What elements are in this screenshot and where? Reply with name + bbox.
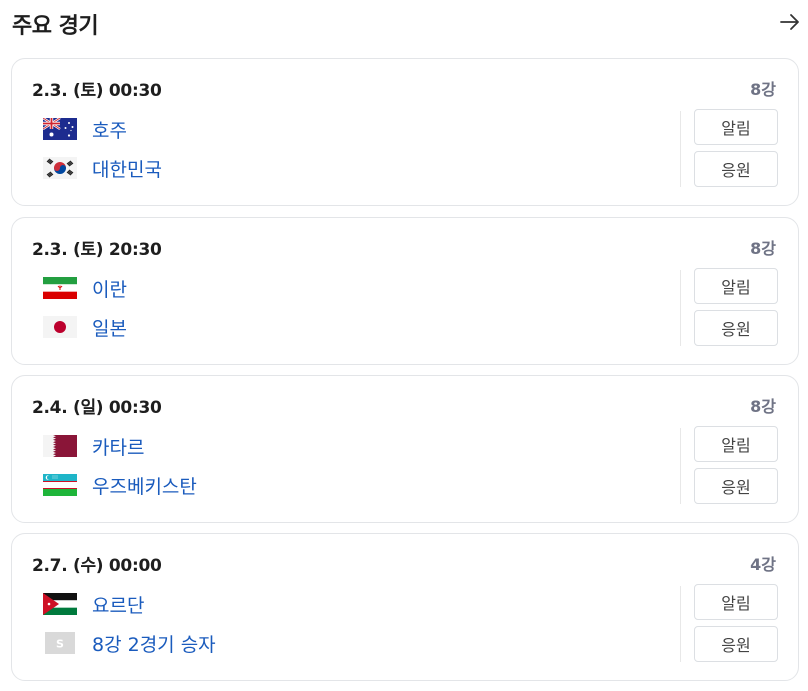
team-name: 호주 (92, 119, 127, 142)
arrow-right-icon[interactable] (778, 10, 802, 34)
match-card: 2.7. (수) 00:00 4강 요르단 S 8강 2경기 승자 알림 응원 (11, 533, 799, 681)
team-row[interactable]: 대한민국 (43, 155, 162, 181)
team-name: 카타르 (92, 436, 145, 459)
cheer-button[interactable]: 응원 (694, 626, 778, 662)
cheer-button[interactable]: 응원 (694, 468, 778, 504)
australia-flag-icon (43, 118, 77, 140)
south-korea-flag-icon (43, 157, 77, 179)
match-time: 2.4. (일) 00:30 (32, 398, 162, 418)
cheer-button[interactable]: 응원 (694, 310, 778, 346)
match-card: 2.4. (일) 00:30 8강 카타르 우즈베키스탄 알림 응원 (11, 375, 799, 523)
team-row[interactable]: 카타르 (43, 433, 144, 459)
jordan-flag-icon (43, 593, 77, 615)
divider (680, 428, 681, 504)
alarm-button[interactable]: 알림 (694, 268, 778, 304)
team-name: 대한민국 (92, 158, 162, 181)
match-card: 2.3. (토) 20:30 8강 이란 일본 알림 응원 (11, 217, 799, 365)
match-time: 2.3. (토) 20:30 (32, 240, 162, 260)
team-row[interactable]: S 8강 2경기 승자 (43, 630, 216, 656)
alarm-button[interactable]: 알림 (694, 584, 778, 620)
iran-flag-icon (43, 277, 77, 299)
match-round: 4강 (750, 555, 776, 574)
placeholder-team-icon: S (45, 632, 75, 654)
match-card: 2.3. (토) 00:30 8강 호주 대한민국 알림 응원 (11, 58, 799, 206)
team-name: 요르단 (92, 594, 145, 617)
team-name: 8강 2경기 승자 (92, 633, 216, 656)
qatar-flag-icon (43, 435, 77, 457)
placeholder-letter: S (56, 638, 64, 651)
cheer-button[interactable]: 응원 (694, 151, 778, 187)
alarm-button[interactable]: 알림 (694, 426, 778, 462)
divider (680, 586, 681, 662)
team-name: 이란 (92, 278, 127, 301)
team-row[interactable]: 일본 (43, 314, 127, 340)
divider (680, 111, 681, 187)
team-name: 우즈베키스탄 (92, 475, 197, 498)
match-time: 2.7. (수) 00:00 (32, 556, 162, 576)
uzbekistan-flag-icon (43, 474, 77, 496)
match-round: 8강 (750, 80, 776, 99)
match-time: 2.3. (토) 00:30 (32, 81, 162, 101)
divider (680, 270, 681, 346)
section-title: 주요 경기 (12, 14, 99, 39)
team-row[interactable]: 우즈베키스탄 (43, 472, 197, 498)
team-row[interactable]: 이란 (43, 275, 127, 301)
team-row[interactable]: 호주 (43, 116, 127, 142)
team-row[interactable]: 요르단 (43, 591, 144, 617)
japan-flag-icon (43, 316, 77, 338)
match-round: 8강 (750, 397, 776, 416)
team-name: 일본 (92, 317, 127, 340)
match-round: 8강 (750, 239, 776, 258)
section-header: 주요 경기 (12, 0, 802, 50)
alarm-button[interactable]: 알림 (694, 109, 778, 145)
